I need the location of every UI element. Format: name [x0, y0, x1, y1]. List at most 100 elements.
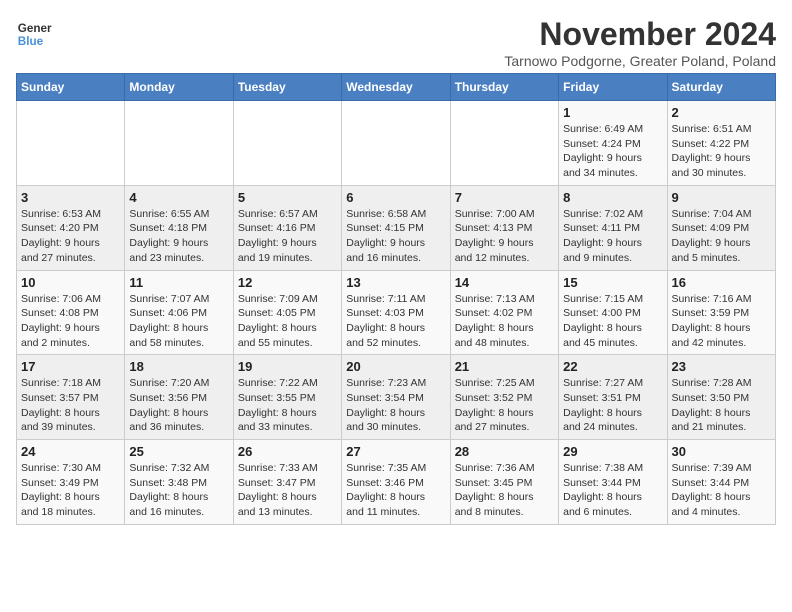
calendar-cell: 27 Sunrise: 7:35 AM Sunset: 3:46 PM Dayli… [342, 440, 450, 525]
day-number: 28 [455, 444, 554, 459]
day-info: Sunrise: 6:55 AM Sunset: 4:18 PM Dayligh… [129, 207, 228, 266]
calendar-cell [342, 101, 450, 186]
day-info: Sunrise: 7:35 AM Sunset: 3:46 PM Dayligh… [346, 461, 445, 520]
calendar-header: SundayMondayTuesdayWednesdayThursdayFrid… [17, 74, 776, 101]
day-number: 6 [346, 190, 445, 205]
calendar-cell: 16 Sunrise: 7:16 AM Sunset: 3:59 PM Dayli… [667, 270, 775, 355]
day-info: Sunrise: 6:53 AM Sunset: 4:20 PM Dayligh… [21, 207, 120, 266]
day-number: 4 [129, 190, 228, 205]
day-number: 24 [21, 444, 120, 459]
calendar-week-row: 17 Sunrise: 7:18 AM Sunset: 3:57 PM Dayli… [17, 355, 776, 440]
calendar-cell [125, 101, 233, 186]
weekday-header: Monday [125, 74, 233, 101]
day-info: Sunrise: 7:09 AM Sunset: 4:05 PM Dayligh… [238, 292, 337, 351]
day-number: 11 [129, 275, 228, 290]
calendar-cell: 8 Sunrise: 7:02 AM Sunset: 4:11 PM Daylig… [559, 185, 667, 270]
day-info: Sunrise: 7:25 AM Sunset: 3:52 PM Dayligh… [455, 376, 554, 435]
calendar-cell: 10Sunrise: 7:06 AM Sunset: 4:08 PM Dayli… [17, 270, 125, 355]
day-number: 27 [346, 444, 445, 459]
calendar-cell: 13Sunrise: 7:11 AM Sunset: 4:03 PM Dayli… [342, 270, 450, 355]
calendar-cell: 2Sunrise: 6:51 AM Sunset: 4:22 PM Daylig… [667, 101, 775, 186]
day-number: 5 [238, 190, 337, 205]
weekday-header: Tuesday [233, 74, 341, 101]
day-number: 9 [672, 190, 771, 205]
day-info: Sunrise: 7:15 AM Sunset: 4:00 PM Dayligh… [563, 292, 662, 351]
day-number: 2 [672, 105, 771, 120]
weekday-header: Wednesday [342, 74, 450, 101]
logo: General Blue [16, 16, 52, 52]
day-info: Sunrise: 6:58 AM Sunset: 4:15 PM Dayligh… [346, 207, 445, 266]
day-number: 7 [455, 190, 554, 205]
day-info: Sunrise: 7:07 AM Sunset: 4:06 PM Dayligh… [129, 292, 228, 351]
day-info: Sunrise: 7:16 AM Sunset: 3:59 PM Dayligh… [672, 292, 771, 351]
calendar-cell: 4 Sunrise: 6:55 AM Sunset: 4:18 PM Daylig… [125, 185, 233, 270]
day-info: Sunrise: 7:23 AM Sunset: 3:54 PM Dayligh… [346, 376, 445, 435]
day-number: 19 [238, 359, 337, 374]
weekday-header: Thursday [450, 74, 558, 101]
day-number: 8 [563, 190, 662, 205]
calendar-body: 1 Sunrise: 6:49 AM Sunset: 4:24 PM Daylig… [17, 101, 776, 525]
day-number: 18 [129, 359, 228, 374]
day-info: Sunrise: 7:36 AM Sunset: 3:45 PM Dayligh… [455, 461, 554, 520]
day-info: Sunrise: 6:49 AM Sunset: 4:24 PM Dayligh… [563, 122, 662, 181]
day-info: Sunrise: 7:18 AM Sunset: 3:57 PM Dayligh… [21, 376, 120, 435]
calendar-cell: 19Sunrise: 7:22 AM Sunset: 3:55 PM Dayli… [233, 355, 341, 440]
day-number: 3 [21, 190, 120, 205]
calendar-cell: 20 Sunrise: 7:23 AM Sunset: 3:54 PM Dayli… [342, 355, 450, 440]
month-title: November 2024 [504, 16, 776, 53]
calendar-cell: 28 Sunrise: 7:36 AM Sunset: 3:45 PM Dayli… [450, 440, 558, 525]
day-info: Sunrise: 6:57 AM Sunset: 4:16 PM Dayligh… [238, 207, 337, 266]
weekday-header: Sunday [17, 74, 125, 101]
day-info: Sunrise: 7:33 AM Sunset: 3:47 PM Dayligh… [238, 461, 337, 520]
calendar-cell: 23 Sunrise: 7:28 AM Sunset: 3:50 PM Dayli… [667, 355, 775, 440]
calendar-cell: 7 Sunrise: 7:00 AM Sunset: 4:13 PM Daylig… [450, 185, 558, 270]
calendar-cell: 26 Sunrise: 7:33 AM Sunset: 3:47 PM Dayli… [233, 440, 341, 525]
calendar-cell: 9 Sunrise: 7:04 AM Sunset: 4:09 PM Daylig… [667, 185, 775, 270]
day-info: Sunrise: 7:20 AM Sunset: 3:56 PM Dayligh… [129, 376, 228, 435]
day-info: Sunrise: 7:39 AM Sunset: 3:44 PM Dayligh… [672, 461, 771, 520]
page-header: General Blue November 2024 Tarnowo Podgo… [16, 16, 776, 69]
day-info: Sunrise: 7:27 AM Sunset: 3:51 PM Dayligh… [563, 376, 662, 435]
day-info: Sunrise: 7:28 AM Sunset: 3:50 PM Dayligh… [672, 376, 771, 435]
day-number: 29 [563, 444, 662, 459]
day-number: 25 [129, 444, 228, 459]
svg-text:General: General [18, 22, 52, 35]
day-info: Sunrise: 7:00 AM Sunset: 4:13 PM Dayligh… [455, 207, 554, 266]
calendar-cell: 11 Sunrise: 7:07 AM Sunset: 4:06 PM Dayli… [125, 270, 233, 355]
day-number: 30 [672, 444, 771, 459]
calendar-week-row: 24 Sunrise: 7:30 AM Sunset: 3:49 PM Dayli… [17, 440, 776, 525]
calendar-cell: 5 Sunrise: 6:57 AM Sunset: 4:16 PM Daylig… [233, 185, 341, 270]
calendar-cell: 6 Sunrise: 6:58 AM Sunset: 4:15 PM Daylig… [342, 185, 450, 270]
day-number: 1 [563, 105, 662, 120]
location-subtitle: Tarnowo Podgorne, Greater Poland, Poland [504, 53, 776, 69]
logo-icon: General Blue [16, 16, 52, 52]
calendar-cell: 21Sunrise: 7:25 AM Sunset: 3:52 PM Dayli… [450, 355, 558, 440]
day-number: 14 [455, 275, 554, 290]
day-number: 16 [672, 275, 771, 290]
calendar-cell: 15Sunrise: 7:15 AM Sunset: 4:00 PM Dayli… [559, 270, 667, 355]
weekday-header: Saturday [667, 74, 775, 101]
day-info: Sunrise: 7:32 AM Sunset: 3:48 PM Dayligh… [129, 461, 228, 520]
calendar-cell [17, 101, 125, 186]
day-info: Sunrise: 7:02 AM Sunset: 4:11 PM Dayligh… [563, 207, 662, 266]
day-info: Sunrise: 7:38 AM Sunset: 3:44 PM Dayligh… [563, 461, 662, 520]
calendar-cell [450, 101, 558, 186]
day-info: Sunrise: 7:04 AM Sunset: 4:09 PM Dayligh… [672, 207, 771, 266]
day-number: 23 [672, 359, 771, 374]
calendar-cell: 1 Sunrise: 6:49 AM Sunset: 4:24 PM Daylig… [559, 101, 667, 186]
calendar-cell: 29 Sunrise: 7:38 AM Sunset: 3:44 PM Dayli… [559, 440, 667, 525]
day-info: Sunrise: 7:30 AM Sunset: 3:49 PM Dayligh… [21, 461, 120, 520]
day-info: Sunrise: 7:13 AM Sunset: 4:02 PM Dayligh… [455, 292, 554, 351]
calendar-cell: 30 Sunrise: 7:39 AM Sunset: 3:44 PM Dayli… [667, 440, 775, 525]
calendar-week-row: 1 Sunrise: 6:49 AM Sunset: 4:24 PM Daylig… [17, 101, 776, 186]
calendar-cell: 18 Sunrise: 7:20 AM Sunset: 3:56 PM Dayli… [125, 355, 233, 440]
day-number: 26 [238, 444, 337, 459]
calendar-cell: 17 Sunrise: 7:18 AM Sunset: 3:57 PM Dayli… [17, 355, 125, 440]
calendar-cell: 3 Sunrise: 6:53 AM Sunset: 4:20 PM Daylig… [17, 185, 125, 270]
calendar-cell: 25 Sunrise: 7:32 AM Sunset: 3:48 PM Dayli… [125, 440, 233, 525]
calendar-cell: 12Sunrise: 7:09 AM Sunset: 4:05 PM Dayli… [233, 270, 341, 355]
day-number: 17 [21, 359, 120, 374]
day-number: 20 [346, 359, 445, 374]
day-info: Sunrise: 7:06 AM Sunset: 4:08 PM Dayligh… [21, 292, 120, 351]
calendar-cell [233, 101, 341, 186]
